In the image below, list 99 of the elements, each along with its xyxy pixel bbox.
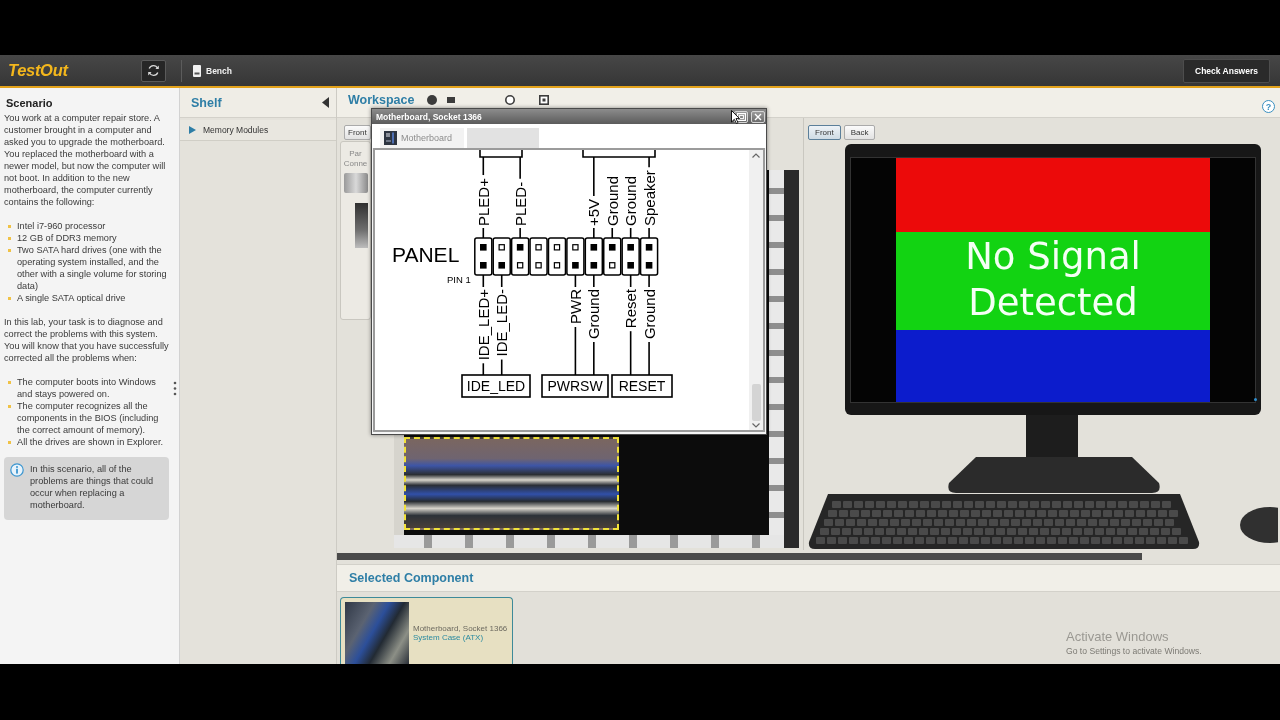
connector-label: IDE_LED [461, 374, 531, 398]
pin-label: Ground [622, 175, 640, 226]
lead-line [500, 274, 503, 288]
connector-box-edge [479, 150, 523, 158]
pin-label: Ground [640, 289, 658, 340]
view-button[interactable]: Front [344, 125, 371, 140]
bullet-icon [8, 297, 11, 300]
pin-label: IDE_LED- [493, 289, 511, 357]
bullet-icon [8, 249, 11, 252]
pin-label: PLED- [511, 181, 529, 226]
document-icon [193, 64, 201, 77]
pin-label: Speaker [640, 170, 658, 226]
info-icon [10, 463, 24, 477]
lead-line [482, 274, 485, 288]
pin-label: +5V [585, 198, 603, 226]
close-icon [754, 112, 762, 121]
connector-label: RESET [611, 374, 673, 398]
lead-line [648, 274, 650, 288]
pin-label: PLED+ [474, 178, 492, 226]
drag-handle-icon[interactable] [173, 381, 177, 396]
shelf-item[interactable]: Memory Modules [180, 120, 336, 141]
connector-label: PWRSW [541, 374, 609, 398]
restore-icon [736, 112, 746, 121]
lead-line [519, 156, 521, 180]
note-text: In this scenario, all of the problems are things that could occur when replacing a motherboard. [30, 463, 155, 511]
selected-component-title: Selected Component [349, 571, 474, 585]
app-logo: TestOut [8, 61, 68, 80]
lead-line [629, 274, 632, 288]
lead-line [482, 156, 485, 176]
motherboard-photo[interactable] [404, 437, 619, 530]
pin-label: Ground [603, 175, 621, 226]
component-item: Intel i7-960 processor [17, 220, 106, 232]
lead-line [611, 227, 614, 239]
screen-message: No Signal Detected [964, 234, 1142, 326]
bullet-icon [8, 237, 11, 240]
lead-line [593, 156, 595, 197]
component-item: 12 GB of DDR3 memory [17, 232, 117, 244]
circle-icon[interactable] [427, 95, 438, 105]
criterion-item: The computer recognizes all the components in the BIOS (including the correct amount of memory). [17, 400, 160, 436]
component-card[interactable]: Motherboard, Socket 1366 System Case (ATX) [340, 597, 513, 664]
bar-icon[interactable] [447, 95, 456, 105]
criterion-item: All the drives are shown in Explorer. [17, 436, 164, 448]
bullet-icon [8, 225, 11, 228]
scenario-intro: You work at a computer repair store. A customer brought in a computer and asked you to upgrade the motherboard. You replaced the motherboard with a newer model, but now the computer will not boot. In addition to the new motherboard, the computer currently contains the following: [4, 112, 167, 208]
bullet-icon [8, 381, 11, 384]
bench-button[interactable]: Bench [193, 64, 232, 77]
component-item: A single SATA optical drive [17, 292, 126, 304]
view-button[interactable]: Back [843, 125, 876, 140]
lead-line [593, 227, 595, 239]
lead-line [593, 341, 595, 376]
component-location: System Case (ATX) [413, 633, 485, 642]
square-icon[interactable] [539, 95, 550, 105]
check-answers-button[interactable]: Check Answers [1183, 58, 1270, 83]
lead-line [648, 156, 650, 168]
chevron-down-icon[interactable] [752, 423, 760, 428]
power-light-icon [1254, 398, 1257, 401]
component-photo[interactable] [355, 203, 368, 248]
lead-line [500, 358, 503, 376]
component-name: Motherboard, Socket 1366 [413, 624, 508, 633]
activation-notice-title: Activate Windows [1066, 629, 1169, 644]
help-button[interactable]: ? [1262, 100, 1275, 113]
circle-icon[interactable] [505, 95, 516, 105]
lead-line [574, 326, 577, 376]
component-item: Two SATA hard drives (one with the operating system installed, and the other with a single volume for storing data) [17, 244, 168, 292]
collapse-icon[interactable] [322, 97, 329, 108]
scrollbar-thumb[interactable] [337, 553, 1142, 560]
parts-panel-label: Par Conne [343, 149, 368, 169]
workspace-title: Workspace [348, 93, 415, 107]
view-button[interactable]: Front [808, 125, 841, 140]
scrollbar-thumb[interactable] [751, 384, 761, 421]
panel-label: PANEL [392, 243, 460, 266]
chevron-up-icon[interactable] [752, 153, 760, 158]
lead-line [593, 274, 595, 288]
lead-line [629, 227, 632, 239]
shelf-title: Shelf [191, 95, 222, 110]
lead-line [648, 227, 650, 239]
criterion-item: The computer boots into Windows and stays powered on. [17, 376, 157, 400]
activation-notice-text: Go to Settings to activate Windows. [1066, 646, 1202, 657]
refresh-button[interactable] [141, 59, 166, 82]
lead-line [574, 274, 577, 288]
board-icon [384, 131, 397, 145]
pin-label: Ground [585, 289, 603, 340]
lead-line [482, 227, 485, 239]
pin-one-label: PIN 1 [447, 274, 471, 285]
bullet-icon [8, 441, 11, 444]
lead-line [629, 330, 632, 376]
bullet-icon [8, 405, 11, 408]
lead-line [519, 227, 521, 239]
refresh-icon [147, 64, 160, 77]
computer-mouse-drawing [1238, 505, 1278, 545]
pin-label: Reset [622, 289, 640, 329]
window-title: Motherboard, Socket 1366 [376, 111, 482, 122]
close-button[interactable] [751, 110, 765, 123]
scenario-task: In this lab, your task is to diagnose and correct the problems with this system. You will know that you have successfully corrected all the problems when: [4, 316, 170, 364]
scenario-title: Scenario [6, 96, 54, 110]
pin-label: IDE_LED+ [474, 289, 492, 361]
pin-label: PWR [566, 289, 584, 324]
lead-line [648, 341, 650, 376]
motherboard-photo [345, 602, 409, 664]
